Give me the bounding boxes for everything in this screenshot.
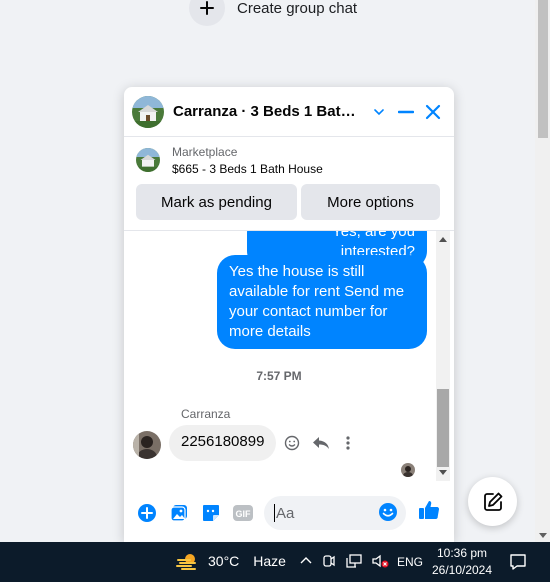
system-tray — [299, 553, 389, 574]
scroll-up-arrow-icon[interactable] — [439, 237, 447, 242]
listing-thumbnail — [136, 148, 160, 172]
minimize-icon[interactable] — [393, 99, 418, 125]
marketplace-label: Marketplace — [172, 145, 238, 159]
volume-muted-icon[interactable] — [371, 553, 389, 574]
clock-time: 10:36 pm — [436, 546, 488, 560]
react-icon[interactable] — [281, 432, 303, 454]
taskbar: 30°C Haze ENG 10:36 pm 26/10/2024 — [0, 542, 550, 582]
text-caret — [274, 504, 275, 522]
chevron-down-icon[interactable] — [366, 99, 391, 125]
plus-icon — [189, 0, 225, 26]
listing-avatar[interactable] — [132, 95, 164, 128]
chat-window: Carranza · 3 Beds 1 Bath House Marketpla… — [124, 87, 454, 542]
outgoing-message: Yes the house is still available for ren… — [217, 255, 427, 349]
page-scrollbar-thumb[interactable] — [538, 0, 548, 138]
page-scrollbar[interactable] — [535, 0, 550, 542]
compose-icon — [483, 492, 502, 511]
mark-as-pending-button[interactable]: Mark as pending — [136, 184, 297, 220]
new-message-button[interactable] — [468, 477, 517, 526]
message-list: Yes, are you interested? Yes the house i… — [124, 231, 454, 481]
reply-icon[interactable] — [310, 432, 332, 454]
message-scrollbar[interactable] — [436, 231, 450, 481]
scroll-down-arrow-icon[interactable] — [539, 533, 547, 538]
weather-widget[interactable]: 30°C Haze — [176, 551, 286, 571]
create-group-chat-label: Create group chat — [237, 0, 358, 17]
clock-date: 26/10/2024 — [431, 563, 493, 577]
svg-text:GIF: GIF — [236, 509, 252, 519]
marketplace-listing[interactable]: Marketplace $665 - 3 Beds 1 Bath House — [124, 137, 454, 176]
seen-avatar — [401, 463, 415, 477]
composer: GIF — [124, 491, 454, 535]
gallery-icon[interactable] — [166, 500, 192, 526]
incoming-message: 2256180899 — [169, 425, 277, 461]
message-input-box[interactable] — [264, 496, 406, 530]
language-indicator[interactable]: ENG — [397, 555, 423, 569]
listing-title: $665 - 3 Beds 1 Bath House — [172, 162, 323, 176]
message-timestamp: 7:57 PM — [256, 369, 302, 383]
sticker-icon[interactable] — [198, 500, 224, 526]
message-scrollbar-thumb[interactable] — [437, 389, 449, 467]
chat-header: Carranza · 3 Beds 1 Bath House — [124, 87, 454, 137]
emoji-icon[interactable] — [378, 502, 398, 527]
notification-icon[interactable] — [509, 553, 527, 576]
add-icon[interactable] — [134, 500, 160, 526]
close-icon[interactable] — [421, 99, 446, 125]
avatar[interactable] — [133, 431, 161, 459]
network-icon[interactable] — [345, 553, 363, 574]
message-input[interactable] — [276, 504, 376, 522]
create-group-chat-button[interactable]: Create group chat — [189, 0, 357, 26]
more-actions-icon[interactable] — [337, 432, 359, 454]
weather-condition: Haze — [253, 553, 286, 569]
clock[interactable]: 10:36 pm 26/10/2024 — [428, 545, 496, 579]
temperature: 30°C — [208, 553, 240, 569]
chevron-up-icon[interactable] — [299, 554, 313, 573]
sender-name: Carranza — [181, 407, 231, 421]
haze-icon — [176, 554, 196, 570]
scroll-down-arrow-icon[interactable] — [439, 470, 447, 475]
like-icon[interactable] — [418, 499, 440, 526]
gif-icon[interactable]: GIF — [230, 500, 256, 526]
chat-title[interactable]: Carranza · 3 Beds 1 Bath House — [173, 103, 364, 120]
meet-now-icon[interactable] — [321, 553, 337, 574]
more-options-button[interactable]: More options — [301, 184, 440, 220]
